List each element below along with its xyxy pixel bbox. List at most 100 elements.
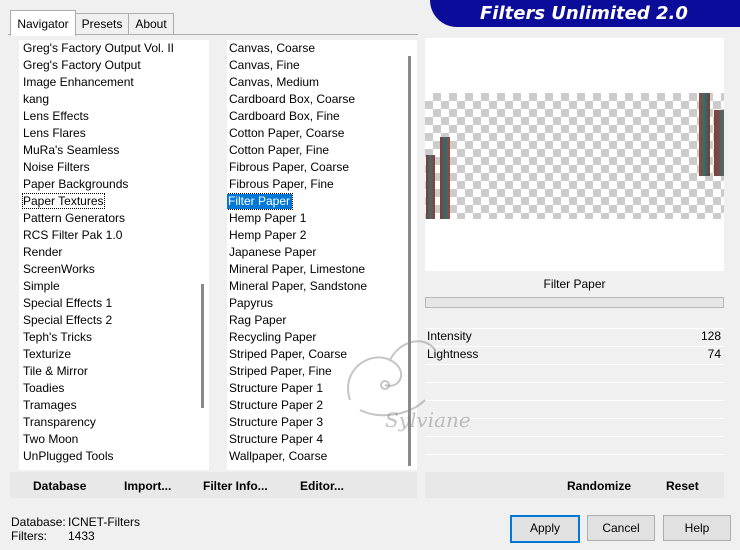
- preview-strip: [440, 137, 450, 219]
- filter-item[interactable]: Cardboard Box, Coarse: [227, 91, 403, 108]
- category-item-label: Transparency: [23, 415, 96, 429]
- category-item[interactable]: Toadies: [19, 380, 197, 397]
- category-item-label: Noise Filters: [23, 160, 90, 174]
- filter-item-label: Canvas, Fine: [229, 58, 300, 72]
- import-button[interactable]: Import...: [124, 479, 171, 493]
- filter-item[interactable]: Cotton Paper, Fine: [227, 142, 403, 159]
- filter-item-label: Wallpaper, Coarse: [229, 449, 328, 463]
- category-item-label: Two Moon: [23, 432, 79, 446]
- filter-item[interactable]: Wallpaper, Coarse: [227, 448, 403, 465]
- divider: [425, 454, 724, 455]
- category-item[interactable]: Pattern Generators: [19, 210, 197, 227]
- category-item-label: Paper Textures: [22, 193, 105, 209]
- category-item-label: Render: [23, 245, 63, 259]
- filter-item[interactable]: Filter Paper: [227, 193, 403, 210]
- category-item-label: Image Enhancement: [23, 75, 134, 89]
- filter-item-label: Structure Paper 2: [229, 398, 324, 412]
- filter-item-label: Papyrus: [229, 296, 274, 310]
- filter-item-label: Structure Paper 1: [229, 381, 324, 395]
- category-item[interactable]: Transparency: [19, 414, 197, 431]
- preview-strip: [714, 110, 724, 176]
- category-item[interactable]: Tile & Mirror: [19, 363, 197, 380]
- category-item[interactable]: Tramages: [19, 397, 197, 414]
- category-item[interactable]: MuRa's Seamless: [19, 142, 197, 159]
- param-value: 74: [707, 347, 721, 361]
- category-item[interactable]: Lens Effects: [19, 108, 197, 125]
- divider: [425, 346, 724, 347]
- category-item[interactable]: Two Moon: [19, 431, 197, 448]
- category-item-label: Texturize: [23, 347, 72, 361]
- preview-image: [425, 93, 724, 219]
- filter-item[interactable]: Fibrous Paper, Fine: [227, 176, 403, 193]
- category-item[interactable]: Greg's Factory Output: [19, 57, 197, 74]
- filter-item[interactable]: Rag Paper: [227, 312, 403, 329]
- apply-button[interactable]: Apply: [510, 515, 580, 543]
- filter-item[interactable]: Cotton Paper, Coarse: [227, 125, 403, 142]
- cancel-button[interactable]: Cancel: [587, 515, 655, 541]
- watermark-text: Sylviane: [385, 408, 471, 432]
- category-item[interactable]: UnPlugged Tools: [19, 448, 197, 465]
- filter-info-button[interactable]: Filter Info...: [203, 479, 268, 493]
- filters-count-value: 1433: [68, 529, 95, 543]
- param-lightness[interactable]: Lightness 74: [425, 346, 724, 363]
- editor-button[interactable]: Editor...: [300, 479, 344, 493]
- filter-item[interactable]: Mineral Paper, Sandstone: [227, 278, 403, 295]
- category-item-label: Toadies: [23, 381, 65, 395]
- help-button[interactable]: Help: [663, 515, 731, 541]
- category-item[interactable]: RCS Filter Pak 1.0: [19, 227, 197, 244]
- category-item[interactable]: Texturize: [19, 346, 197, 363]
- category-item[interactable]: Simple: [19, 278, 197, 295]
- category-item[interactable]: ScreenWorks: [19, 261, 197, 278]
- filter-item[interactable]: Canvas, Coarse: [227, 40, 403, 57]
- preview-strip: [699, 93, 710, 176]
- database-info-label: Database:: [11, 515, 66, 529]
- app-title: Filters Unlimited 2.0: [480, 3, 688, 24]
- category-item[interactable]: Paper Textures: [19, 193, 197, 210]
- category-item[interactable]: kang: [19, 91, 197, 108]
- category-item-label: Tramages: [23, 398, 77, 412]
- filter-item[interactable]: Mineral Paper, Limestone: [227, 261, 403, 278]
- tab-presets[interactable]: Presets: [75, 13, 129, 35]
- category-item[interactable]: Greg's Factory Output Vol. II: [19, 40, 197, 57]
- param-intensity[interactable]: Intensity 128: [425, 328, 724, 345]
- filter-item[interactable]: Canvas, Fine: [227, 57, 403, 74]
- category-item-label: Simple: [23, 279, 60, 293]
- filter-item[interactable]: Structure Paper 4: [227, 431, 403, 448]
- category-item-label: Teph's Tricks: [23, 330, 92, 344]
- filter-item-label: Mineral Paper, Sandstone: [229, 279, 368, 293]
- filter-item-label: Fibrous Paper, Coarse: [229, 160, 350, 174]
- category-item[interactable]: Special Effects 2: [19, 312, 197, 329]
- category-item-label: Pattern Generators: [23, 211, 126, 225]
- category-item-label: Special Effects 2: [23, 313, 113, 327]
- filter-item[interactable]: Fibrous Paper, Coarse: [227, 159, 403, 176]
- filter-item-label: Canvas, Medium: [229, 75, 320, 89]
- reset-button[interactable]: Reset: [666, 479, 699, 493]
- category-scroll-thumb[interactable]: [201, 284, 204, 408]
- filter-item[interactable]: Japanese Paper: [227, 244, 403, 261]
- category-item-label: RCS Filter Pak 1.0: [23, 228, 123, 242]
- filter-item[interactable]: Hemp Paper 2: [227, 227, 403, 244]
- category-item[interactable]: Teph's Tricks: [19, 329, 197, 346]
- tab-about[interactable]: About: [128, 13, 174, 35]
- category-item[interactable]: Noise Filters: [19, 159, 197, 176]
- category-item[interactable]: Paper Backgrounds: [19, 176, 197, 193]
- filter-item[interactable]: Canvas, Medium: [227, 74, 403, 91]
- randomize-button[interactable]: Randomize: [567, 479, 631, 493]
- category-item[interactable]: Render: [19, 244, 197, 261]
- category-scrollbar[interactable]: [197, 40, 209, 470]
- category-item[interactable]: Lens Flares: [19, 125, 197, 142]
- filter-item-label: Japanese Paper: [229, 245, 317, 259]
- category-item[interactable]: Image Enhancement: [19, 74, 197, 91]
- category-item[interactable]: Special Effects 1: [19, 295, 197, 312]
- filter-item-label: Structure Paper 4: [229, 432, 324, 446]
- filter-item[interactable]: Papyrus: [227, 295, 403, 312]
- category-item-label: Lens Effects: [23, 109, 89, 123]
- tab-navigator[interactable]: Navigator: [10, 10, 76, 36]
- filter-item[interactable]: Cardboard Box, Fine: [227, 108, 403, 125]
- filter-item-label: Fibrous Paper, Fine: [229, 177, 334, 191]
- category-list[interactable]: Greg's Factory Output Vol. II Greg's Fact…: [19, 40, 197, 470]
- filter-item[interactable]: Hemp Paper 1: [227, 210, 403, 227]
- database-button[interactable]: Database: [33, 479, 86, 493]
- divider: [425, 364, 724, 365]
- filter-item-label: Recycling Paper: [229, 330, 317, 344]
